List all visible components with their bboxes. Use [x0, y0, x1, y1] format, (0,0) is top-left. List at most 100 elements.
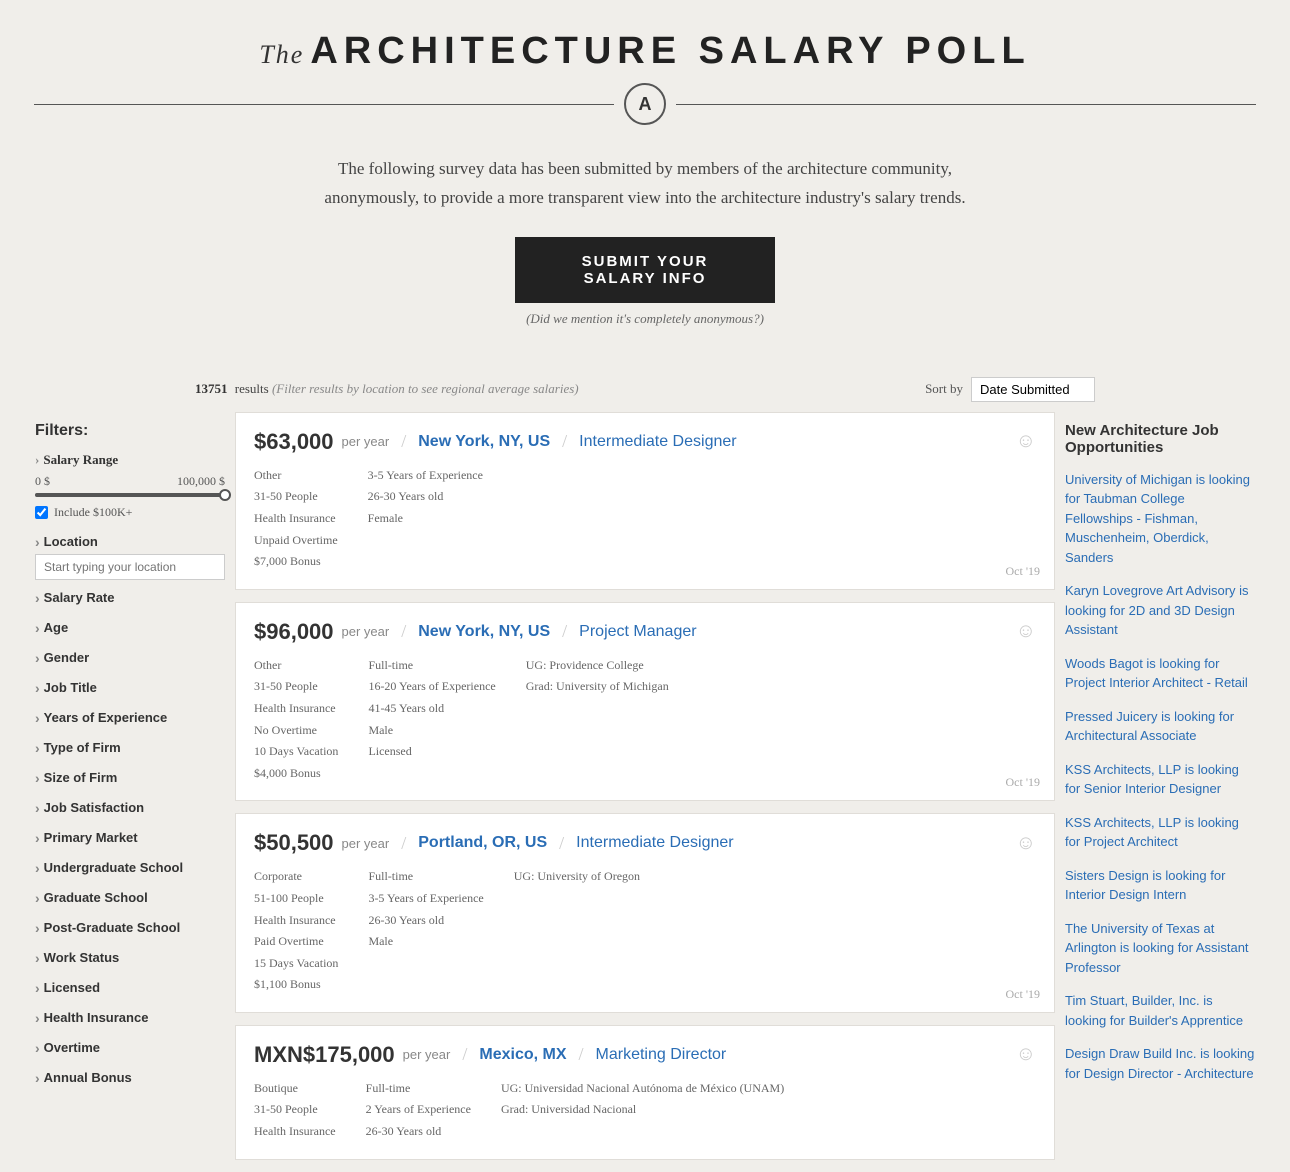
listing-header: $63,000 per year / New York, NY, US / In… — [254, 429, 1036, 455]
filter-group-label[interactable]: Primary Market — [35, 826, 225, 850]
salary-slider-track[interactable] — [35, 493, 225, 497]
job-link[interactable]: University of Michigan is looking for Ta… — [1065, 472, 1250, 565]
listing-card: $50,500 per year / Portland, OR, US / In… — [235, 813, 1055, 1013]
listing-location[interactable]: New York, NY, US — [418, 623, 550, 641]
smiley-icon[interactable]: ☺ — [1016, 620, 1036, 643]
listing-card: $96,000 per year / New York, NY, US / Pr… — [235, 602, 1055, 802]
salary-range-label[interactable]: Salary Range — [35, 452, 225, 468]
listing-header: MXN$175,000 per year / Mexico, MX / Mark… — [254, 1042, 1036, 1068]
filter-groups: Salary Rate Age Gender Job Title Years of Ex… — [35, 586, 225, 1090]
salary-amount: $63,000 — [254, 429, 334, 455]
listing-col1: Other31-50 PeopleHealth InsuranceNo Over… — [254, 655, 338, 785]
job-listing-item: KSS Architects, LLP is looking for Proje… — [1065, 813, 1255, 852]
filter-group: Work Status — [35, 946, 225, 970]
per-year: per year — [342, 624, 390, 639]
sort-by-section: Sort by Date Submitted — [925, 377, 1095, 402]
job-link[interactable]: Sisters Design is looking for Interior D… — [1065, 868, 1225, 903]
per-year: per year — [342, 836, 390, 851]
salary-amount: MXN$175,000 — [254, 1042, 395, 1068]
logo-circle: A — [624, 83, 666, 125]
filter-group: Primary Market — [35, 826, 225, 850]
location-input[interactable] — [35, 554, 225, 580]
job-link[interactable]: Tim Stuart, Builder, Inc. is looking for… — [1065, 993, 1243, 1028]
listing-header: $96,000 per year / New York, NY, US / Pr… — [254, 619, 1036, 645]
listing-location[interactable]: Mexico, MX — [479, 1046, 566, 1064]
listing-job-title[interactable]: Intermediate Designer — [576, 834, 733, 852]
job-link[interactable]: Karyn Lovegrove Art Advisory is looking … — [1065, 583, 1249, 637]
intro-text: The following survey data has been submi… — [315, 155, 975, 213]
submit-salary-button[interactable]: SUBMIT YOUR SALARY INFO — [515, 237, 775, 303]
jobs-title: New Architecture Job Opportunities — [1065, 422, 1255, 456]
listing-job-title[interactable]: Marketing Director — [596, 1046, 727, 1064]
job-link[interactable]: Pressed Juicery is looking for Architect… — [1065, 709, 1234, 744]
per-year: per year — [342, 434, 390, 449]
job-listing-item: University of Michigan is looking for Ta… — [1065, 470, 1255, 568]
filter-group-label[interactable]: Graduate School — [35, 886, 225, 910]
filter-group: Gender — [35, 646, 225, 670]
job-link[interactable]: The University of Texas at Arlington is … — [1065, 921, 1249, 975]
filter-group-label[interactable]: Salary Rate — [35, 586, 225, 610]
filter-group-label[interactable]: Post-Graduate School — [35, 916, 225, 940]
job-link[interactable]: Design Draw Build Inc. is looking for De… — [1065, 1046, 1254, 1081]
filter-group: Size of Firm — [35, 766, 225, 790]
results-hint: (Filter results by location to see regio… — [272, 381, 579, 397]
filter-group: Undergraduate School — [35, 856, 225, 880]
salary-range-values: 0 $ 100,000 $ — [35, 474, 225, 489]
job-listing-item: The University of Texas at Arlington is … — [1065, 919, 1255, 978]
filter-group-label[interactable]: Size of Firm — [35, 766, 225, 790]
job-listing-item: KSS Architects, LLP is looking for Senio… — [1065, 760, 1255, 799]
listing-col2: Full-time16-20 Years of Experience41-45 … — [368, 655, 495, 785]
listing-col3: UG: Universidad Nacional Autónoma de Méx… — [501, 1078, 784, 1143]
filter-group-label[interactable]: Job Title — [35, 676, 225, 700]
location-filter: Location — [35, 530, 225, 580]
sort-by-label: Sort by — [925, 381, 963, 397]
include-100k-section: Include $100K+ — [35, 505, 225, 520]
smiley-icon[interactable]: ☺ — [1016, 430, 1036, 453]
filter-group-label[interactable]: Job Satisfaction — [35, 796, 225, 820]
listing-job-title[interactable]: Intermediate Designer — [579, 433, 736, 451]
divider-line-right — [676, 104, 1256, 105]
filter-group-label[interactable]: Overtime — [35, 1036, 225, 1060]
filter-group-label[interactable]: Work Status — [35, 946, 225, 970]
smiley-icon[interactable]: ☺ — [1016, 832, 1036, 855]
filter-group: Post-Graduate School — [35, 916, 225, 940]
filter-group: Overtime — [35, 1036, 225, 1060]
salary-amount: $96,000 — [254, 619, 334, 645]
filter-group: Graduate School — [35, 886, 225, 910]
listing-card: $63,000 per year / New York, NY, US / In… — [235, 412, 1055, 590]
slider-thumb[interactable] — [219, 489, 231, 501]
filter-group-label[interactable]: Annual Bonus — [35, 1066, 225, 1090]
filter-group-label[interactable]: Health Insurance — [35, 1006, 225, 1030]
job-listing-item: Pressed Juicery is looking for Architect… — [1065, 707, 1255, 746]
filter-group-label[interactable]: Undergraduate School — [35, 856, 225, 880]
listing-location[interactable]: New York, NY, US — [418, 433, 550, 451]
sort-select[interactable]: Date Submitted — [971, 377, 1095, 402]
page-header: TheARCHITECTURE SALARY POLL A — [0, 0, 1290, 125]
logo-divider: A — [20, 83, 1270, 125]
listing-col3: UG: University of Oregon — [514, 866, 640, 996]
salary-amount: $50,500 — [254, 830, 334, 856]
listing-col2: 3-5 Years of Experience26-30 Years oldFe… — [368, 465, 483, 573]
filter-group-label[interactable]: Age — [35, 616, 225, 640]
job-link[interactable]: KSS Architects, LLP is looking for Senio… — [1065, 762, 1239, 797]
listing-details: Other31-50 PeopleHealth InsuranceNo Over… — [254, 655, 1036, 785]
filter-group: Age — [35, 616, 225, 640]
smiley-icon[interactable]: ☺ — [1016, 1043, 1036, 1066]
location-filter-title[interactable]: Location — [35, 530, 225, 554]
include-100k-checkbox[interactable] — [35, 506, 48, 519]
job-listing-item: Woods Bagot is looking for Project Inter… — [1065, 654, 1255, 693]
filter-group: Annual Bonus — [35, 1066, 225, 1090]
listing-location[interactable]: Portland, OR, US — [418, 834, 547, 852]
listing-details: Corporate51-100 PeopleHealth InsurancePa… — [254, 866, 1036, 996]
divider-line-left — [34, 104, 614, 105]
job-link[interactable]: Woods Bagot is looking for Project Inter… — [1065, 656, 1248, 691]
filter-group-label[interactable]: Type of Firm — [35, 736, 225, 760]
jobs-list: University of Michigan is looking for Ta… — [1065, 470, 1255, 1084]
filter-group-label[interactable]: Licensed — [35, 976, 225, 1000]
listing-job-title[interactable]: Project Manager — [579, 623, 696, 641]
filter-group-label[interactable]: Years of Experience — [35, 706, 225, 730]
filter-group: Years of Experience — [35, 706, 225, 730]
filter-group-label[interactable]: Gender — [35, 646, 225, 670]
job-link[interactable]: KSS Architects, LLP is looking for Proje… — [1065, 815, 1239, 850]
listing-col1: Boutique31-50 PeopleHealth Insurance — [254, 1078, 336, 1143]
